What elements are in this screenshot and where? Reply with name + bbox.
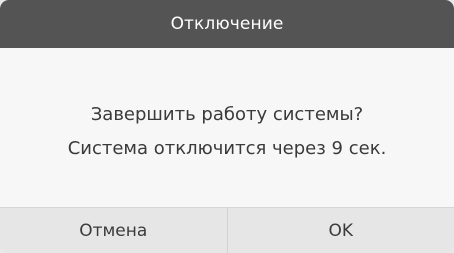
cancel-button[interactable]: Отмена (0, 208, 228, 253)
dialog-message-countdown: Система отключится через 9 сек. (67, 137, 387, 159)
dialog-button-bar: Отмена OK (0, 207, 454, 253)
ok-button-label: OK (328, 220, 354, 241)
dialog-titlebar: Отключение (0, 0, 454, 48)
dialog-message-question: Завершить работу системы? (90, 103, 364, 125)
ok-button[interactable]: OK (228, 208, 454, 253)
cancel-button-label: Отмена (79, 220, 148, 241)
dialog-title: Отключение (170, 14, 284, 34)
dialog-body: Завершить работу системы? Система отключ… (0, 48, 454, 207)
shutdown-dialog: Отключение Завершить работу системы? Сис… (0, 0, 454, 253)
